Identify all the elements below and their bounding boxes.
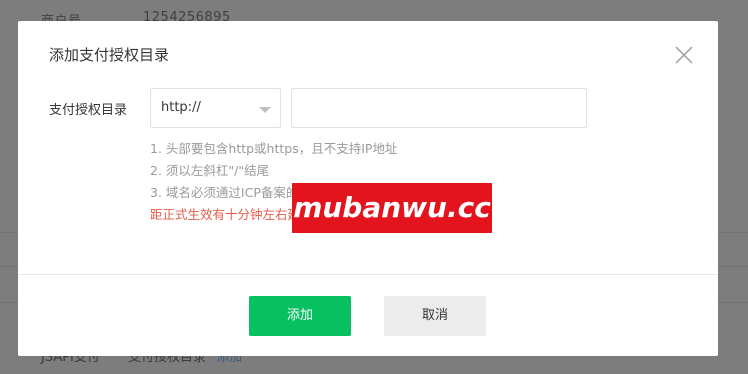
hint-item: 1. 头部要包含http或https，且不支持IP地址 bbox=[150, 141, 398, 156]
protocol-select[interactable]: http:// bbox=[150, 88, 281, 128]
chevron-down-icon bbox=[259, 107, 271, 113]
field-label: 支付授权目录 bbox=[49, 103, 128, 118]
footer-divider bbox=[18, 274, 718, 275]
add-button[interactable]: 添加 bbox=[249, 296, 351, 336]
auth-dir-input[interactable] bbox=[291, 88, 587, 128]
protocol-select-value: http:// bbox=[161, 100, 201, 115]
close-icon[interactable] bbox=[673, 44, 695, 66]
add-auth-dir-dialog: 添加支付授权目录 支付授权目录 http:// 1. 头部要包含http或htt… bbox=[18, 21, 718, 356]
dialog-title: 添加支付授权目录 bbox=[49, 46, 170, 64]
svg-text:mubanwu.cc: mubanwu.cc bbox=[293, 191, 491, 224]
watermark-logo: mubanwu.cc bbox=[292, 183, 492, 233]
cancel-button[interactable]: 取消 bbox=[384, 296, 486, 336]
hint-item: 2. 须以左斜杠"/"结尾 bbox=[150, 163, 270, 178]
